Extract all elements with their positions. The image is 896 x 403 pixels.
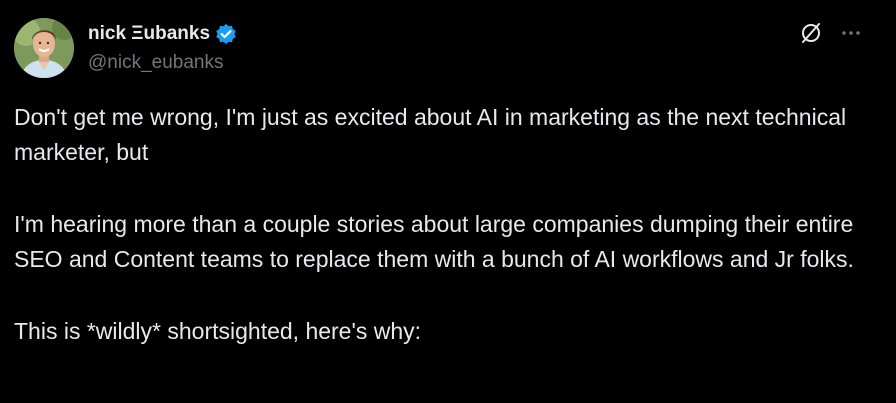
author-handle[interactable]: @nick_eubanks (88, 52, 223, 74)
tweet-paragraph-1: Don't get me wrong, I'm just as excited … (14, 104, 847, 165)
tweet-text: Don't get me wrong, I'm just as excited … (14, 100, 874, 386)
avatar-photo-icon (14, 18, 74, 78)
slashed-circle-icon[interactable] (798, 20, 824, 46)
author-display-name[interactable]: nick Ξubanks (88, 23, 210, 45)
tweet-top-actions (798, 20, 864, 46)
tweet-paragraph-3: This is *wildly* shortsighted, here's wh… (14, 318, 422, 344)
tweet-card: nick Ξubanks @nick_eubanks Don't get me … (0, 0, 896, 403)
author-avatar[interactable] (14, 18, 74, 78)
more-horizontal-icon[interactable] (838, 20, 864, 46)
author-name-row: nick Ξubanks (88, 22, 237, 46)
tweet-paragraph-2: I'm hearing more than a couple stories a… (14, 211, 854, 272)
verified-badge-icon[interactable] (215, 23, 237, 45)
